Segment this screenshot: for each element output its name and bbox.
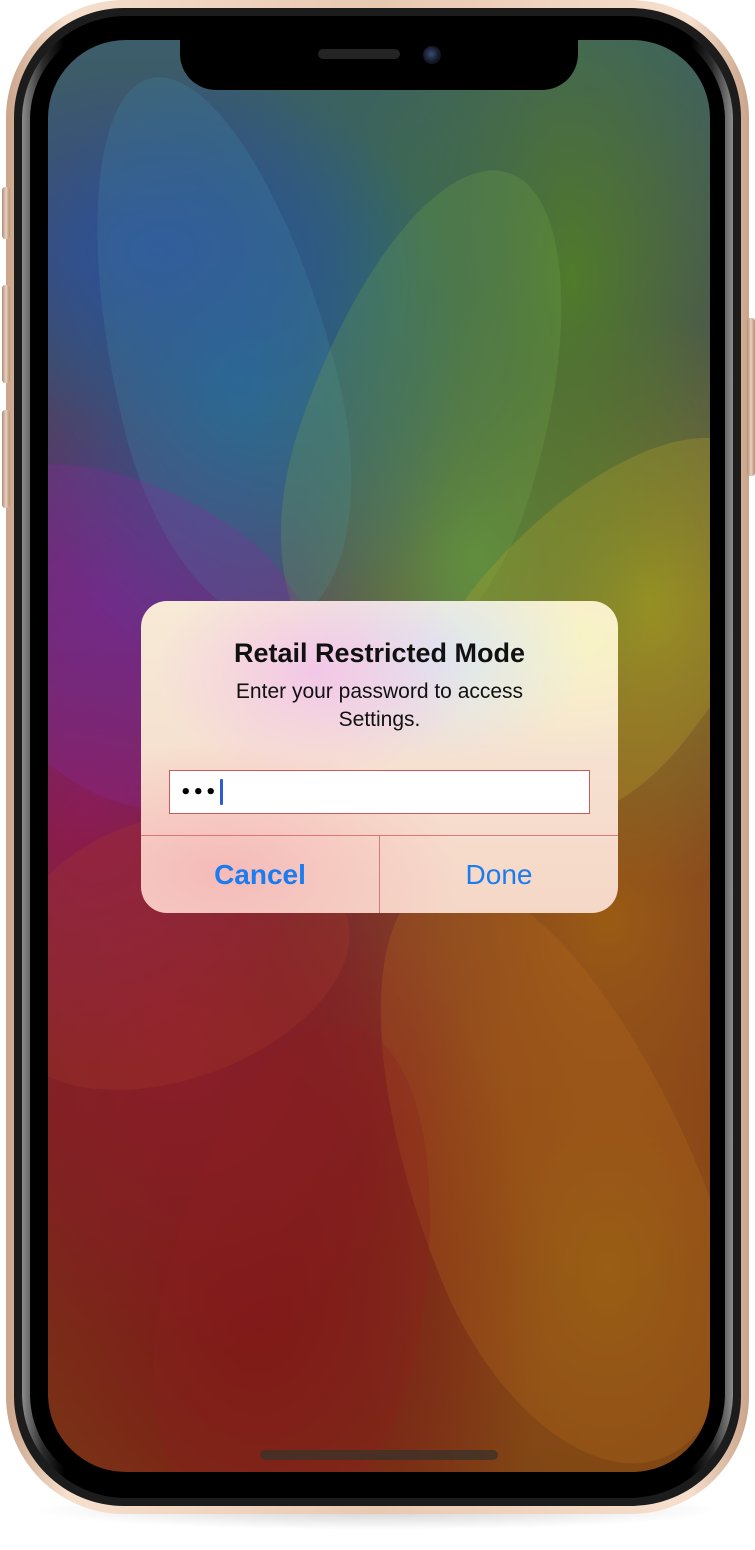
password-masked-value: •••: [180, 781, 218, 803]
front-camera-icon: [423, 46, 441, 64]
notch: [180, 40, 578, 90]
volume-up-button[interactable]: [2, 285, 10, 383]
password-field[interactable]: •••: [169, 770, 590, 814]
home-indicator[interactable]: [260, 1450, 498, 1460]
alert-dialog: Retail Restricted Mode Enter your passwo…: [141, 601, 618, 913]
volume-down-button[interactable]: [2, 410, 10, 508]
cancel-button[interactable]: Cancel: [141, 836, 379, 913]
text-caret: [219, 779, 223, 805]
alert-title: Retail Restricted Mode: [233, 638, 526, 668]
alert-message: Enter your password to access Settings.: [235, 680, 524, 731]
earpiece-speaker-icon: [318, 49, 400, 59]
done-button[interactable]: Done: [380, 836, 618, 913]
mute-switch[interactable]: [2, 187, 10, 239]
side-button[interactable]: [747, 318, 755, 476]
